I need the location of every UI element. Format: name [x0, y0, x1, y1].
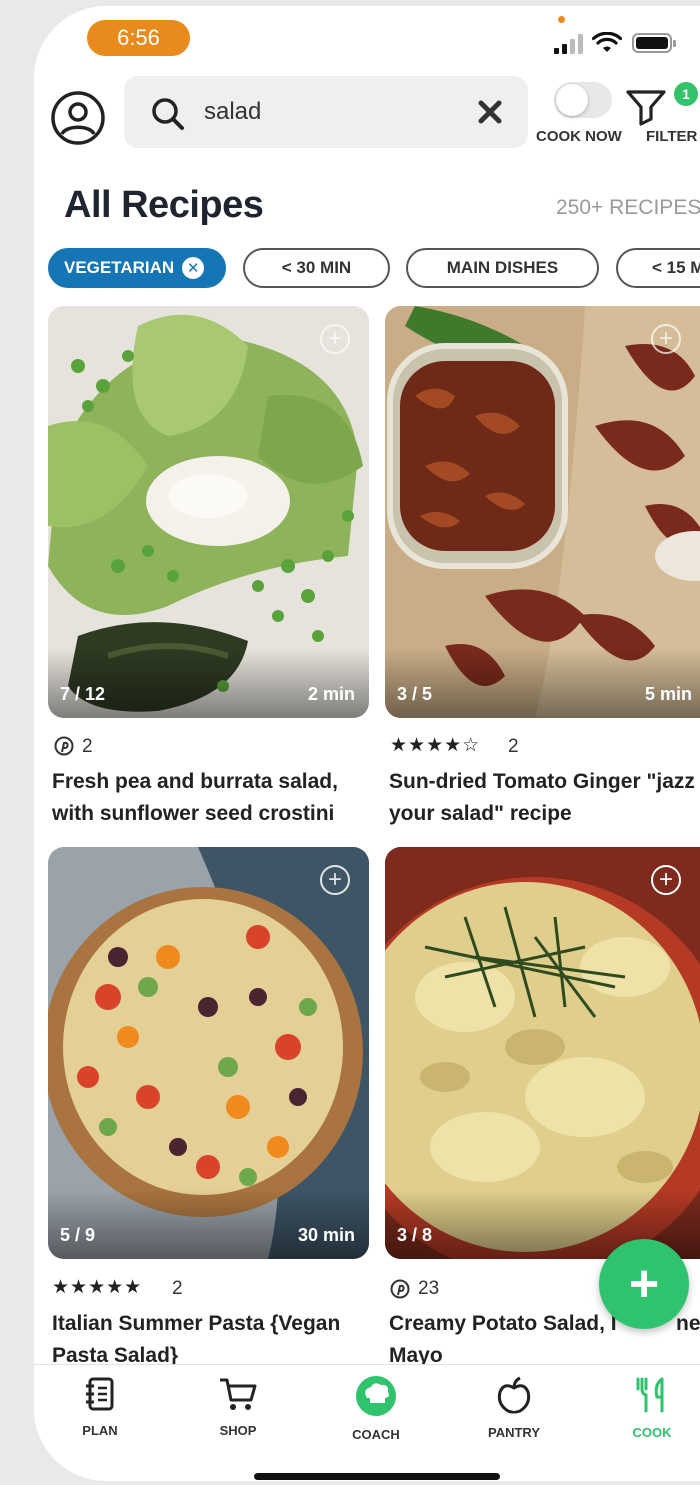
- photo-index: 3 / 5: [397, 684, 433, 704]
- add-recipe-button[interactable]: +: [599, 1239, 689, 1329]
- chip-label: < 30 MIN: [281, 258, 352, 277]
- save-count: 23: [418, 1278, 440, 1299]
- profile-icon[interactable]: [50, 90, 106, 146]
- phone-screen: 6:56 salad COOK NOW 1 FILTER All Recipes…: [34, 6, 700, 1481]
- status-time: 6:56: [87, 20, 190, 56]
- filter-count-badge: 1: [674, 82, 698, 106]
- tab-label: SHOP: [219, 1423, 257, 1438]
- tab-plan[interactable]: PLAN: [50, 1376, 150, 1438]
- tab-label: COACH: [352, 1427, 400, 1442]
- cook-time: 2 min: [307, 684, 355, 704]
- recipe-count: 250+ RECIPES: [556, 196, 700, 219]
- tab-label: PLAN: [82, 1423, 118, 1438]
- search-input[interactable]: salad: [204, 98, 261, 126]
- recipe-title[interactable]: Sun-dried Tomato Ginger "jazz up your sa…: [389, 766, 700, 830]
- cook-now-label: COOK NOW: [536, 128, 622, 145]
- card-shade: [48, 1189, 369, 1259]
- save-count: 2: [82, 736, 93, 757]
- search-icon: [152, 98, 184, 130]
- utensils-icon: [636, 1377, 664, 1413]
- rating-count: 2: [172, 1278, 183, 1299]
- recipe-title-fragment: ne: [676, 1312, 700, 1335]
- orange-indicator-dot: [558, 16, 565, 23]
- pinterest-icon: [390, 1279, 410, 1299]
- recipe-card-image[interactable]: + 3 / 5 5 min: [385, 306, 700, 718]
- chip-vegetarian[interactable]: VEGETARIAN ✕: [48, 248, 226, 288]
- photo-index: 7 / 12: [60, 684, 106, 704]
- apple-icon: [497, 1376, 531, 1414]
- photo-index: 5 / 9: [60, 1225, 96, 1245]
- cook-time: 30 min: [297, 1225, 355, 1245]
- chip-label: < 15 M: [652, 258, 700, 277]
- add-to-plan-icon[interactable]: +: [320, 865, 350, 895]
- pinterest-icon: [54, 736, 74, 756]
- recipe-card-image[interactable]: + 5 / 9 30 min: [48, 847, 369, 1259]
- clear-search-icon[interactable]: [478, 100, 502, 124]
- filter-icon[interactable]: [624, 86, 670, 126]
- add-to-plan-icon[interactable]: +: [651, 324, 681, 354]
- chef-hat-icon: [356, 1376, 396, 1416]
- photo-index: 3 / 8: [397, 1225, 433, 1245]
- recipe-card-image[interactable]: + 3 / 8: [385, 847, 700, 1259]
- tab-shop[interactable]: SHOP: [188, 1376, 288, 1438]
- cellular-signal-icon: [554, 32, 583, 54]
- filter-label[interactable]: FILTER: [646, 128, 697, 145]
- cook-time: 5 min: [645, 684, 693, 704]
- chip-under-30-min[interactable]: < 30 MIN: [243, 248, 390, 288]
- recipe-card-image[interactable]: + 7 / 12 2 min: [48, 306, 369, 718]
- rating-count: 2: [508, 736, 519, 757]
- tab-pantry[interactable]: PANTRY: [464, 1376, 564, 1440]
- chip-under-15-min[interactable]: < 15 M: [616, 248, 700, 288]
- recipe-title[interactable]: Creamy Potato Salad, I: [389, 1308, 617, 1340]
- tab-cook[interactable]: COOK: [602, 1376, 700, 1440]
- add-to-plan-icon[interactable]: +: [320, 324, 350, 354]
- remove-filter-icon[interactable]: ✕: [182, 257, 205, 279]
- tab-coach[interactable]: COACH: [326, 1376, 426, 1442]
- home-indicator: [254, 1473, 500, 1480]
- recipe-title[interactable]: Fresh pea and burrata salad, with sunflo…: [52, 766, 372, 830]
- chip-label: VEGETARIAN: [64, 258, 175, 277]
- tab-label: PANTRY: [488, 1425, 540, 1440]
- cart-icon: [220, 1378, 257, 1410]
- card-shade: [385, 648, 700, 718]
- notebook-icon: [86, 1377, 114, 1411]
- chip-label: MAIN DISHES: [446, 258, 559, 277]
- wifi-icon: [592, 32, 622, 52]
- toggle-knob: [556, 84, 588, 116]
- add-to-plan-icon[interactable]: +: [651, 865, 681, 895]
- star-rating: ★★★★☆: [390, 735, 481, 756]
- card-shade: [48, 648, 369, 718]
- battery-icon: [632, 33, 676, 53]
- page-title: All Recipes: [64, 184, 264, 226]
- tab-label: COOK: [632, 1425, 672, 1440]
- chip-main-dishes[interactable]: MAIN DISHES: [406, 248, 599, 288]
- star-rating: ★★★★★: [52, 1277, 143, 1298]
- recipe-title[interactable]: Italian Summer Pasta {Vegan Pasta Salad}: [52, 1308, 372, 1372]
